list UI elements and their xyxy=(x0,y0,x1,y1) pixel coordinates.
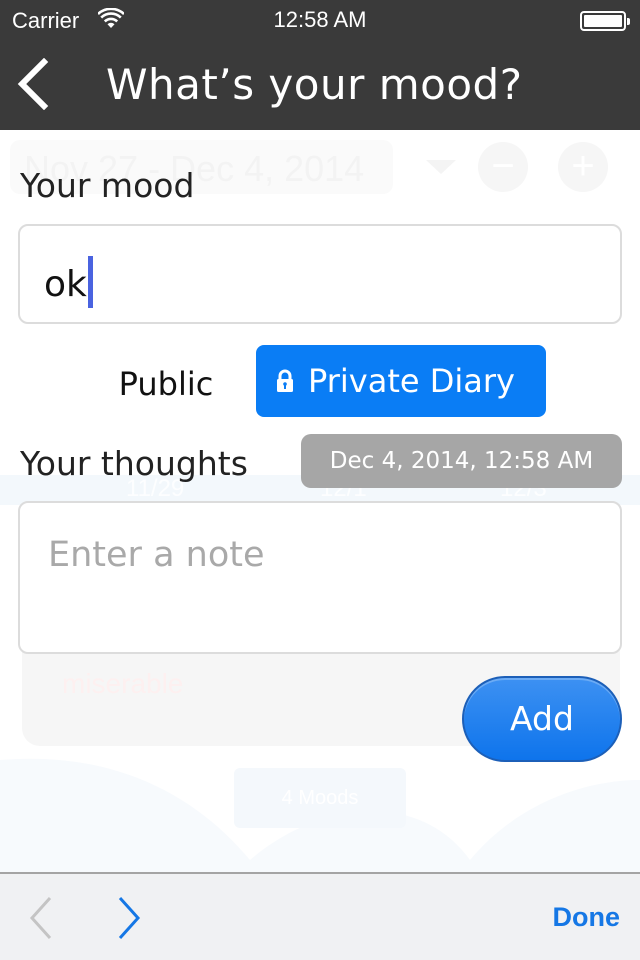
triangle-down-icon xyxy=(426,160,456,174)
nav-bar: What’s your mood? xyxy=(0,40,640,130)
page-title: What’s your mood? xyxy=(106,60,523,109)
lock-icon xyxy=(277,369,293,392)
date-picker-button[interactable]: Dec 4, 2014, 12:58 AM xyxy=(301,434,622,488)
mood-label: Your mood xyxy=(20,166,195,205)
next-field-button[interactable] xyxy=(110,894,146,942)
note-input[interactable]: Enter a note xyxy=(18,501,622,654)
battery-icon xyxy=(580,11,630,31)
add-button[interactable]: Add xyxy=(462,676,622,762)
text-caret xyxy=(87,256,93,308)
mood-entry-label: miserable xyxy=(62,668,184,699)
back-button[interactable] xyxy=(14,58,54,110)
status-bar: Carrier 12:58 AM xyxy=(0,0,640,40)
thoughts-label: Your thoughts xyxy=(20,444,248,483)
previous-field-button[interactable] xyxy=(24,894,60,942)
public-toggle[interactable]: Public xyxy=(96,356,236,412)
private-diary-toggle[interactable]: Private Diary xyxy=(256,345,546,417)
private-diary-label: Private Diary xyxy=(308,362,515,400)
mood-input[interactable]: ok xyxy=(18,224,622,324)
chevron-left-icon xyxy=(29,896,52,940)
note-placeholder: Enter a note xyxy=(48,535,265,575)
keyboard-toolbar: Done xyxy=(0,872,640,960)
done-button[interactable]: Done xyxy=(553,902,621,933)
status-time: 12:58 AM xyxy=(273,7,367,32)
mood-input-value: ok xyxy=(44,264,87,305)
header: Carrier 12:58 AM What’s your mood? xyxy=(0,0,640,130)
zoom-out-button: − xyxy=(478,142,528,192)
chevron-left-icon xyxy=(17,58,49,110)
zoom-in-button: + xyxy=(558,142,608,192)
moods-count-button: 4 Moods xyxy=(234,768,406,828)
chevron-right-icon xyxy=(118,896,141,940)
